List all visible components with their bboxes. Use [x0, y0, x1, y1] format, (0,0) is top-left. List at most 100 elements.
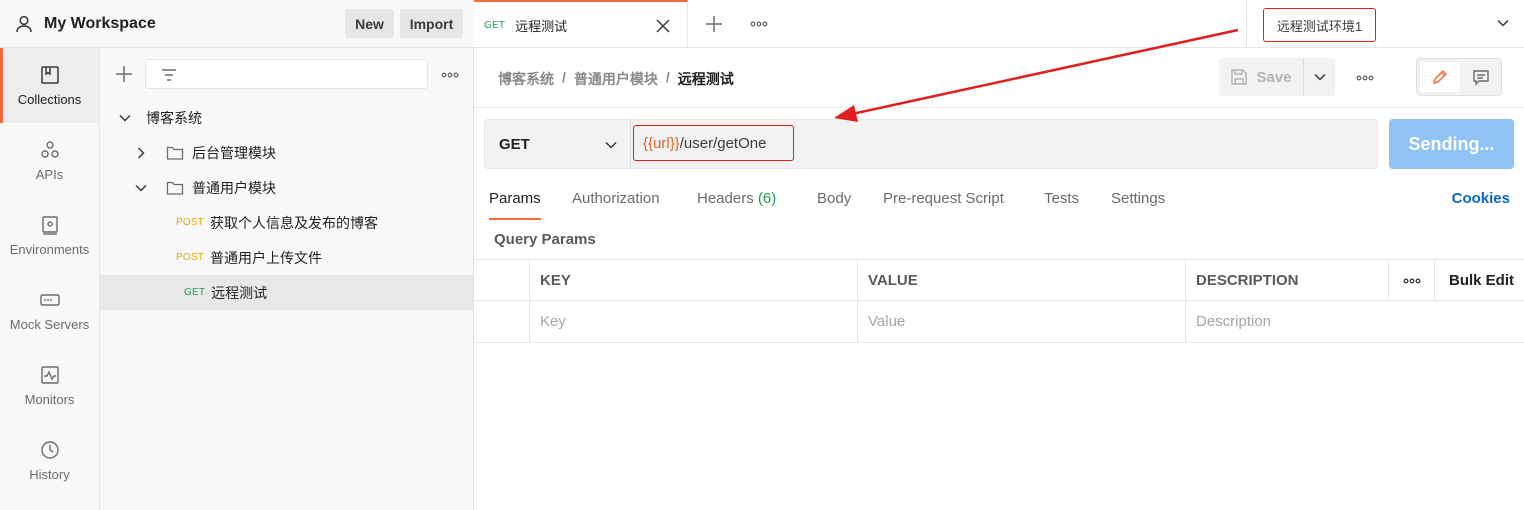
new-button[interactable]: New [345, 9, 394, 38]
rail-item-mock-servers[interactable]: Mock Servers [0, 273, 99, 348]
tab-tests[interactable]: Tests [1044, 190, 1079, 207]
breadcrumb-item[interactable]: 普通用户模块 [574, 69, 658, 89]
folder-icon [166, 146, 184, 160]
url-input[interactable]: {{url}}/user/getOne [633, 125, 794, 161]
bulk-edit-button[interactable]: Bulk Edit [1434, 260, 1524, 301]
filter-icon [162, 69, 176, 81]
environments-icon [41, 216, 58, 235]
request-header: 博客系统 / 普通用户模块 / 远程测试 Save [474, 48, 1524, 108]
mock-servers-icon [39, 294, 60, 306]
query-params-table: KEY VALUE DESCRIPTION Bulk Edit Key Valu… [474, 259, 1524, 343]
tab-params[interactable]: Params [489, 190, 541, 220]
rail-item-monitors[interactable]: Monitors [0, 348, 99, 423]
monitors-icon [40, 366, 59, 384]
pencil-icon [1432, 69, 1448, 85]
collections-toolbar [100, 48, 473, 100]
import-button[interactable]: Import [400, 9, 463, 38]
workspace-title[interactable]: My Workspace [44, 15, 156, 33]
tabs-bar: GET 远程测试 远程测试环境1 [474, 0, 1524, 48]
environment-name: 远程测试环境1 [1263, 8, 1376, 42]
folder-name: 普通用户模块 [192, 179, 276, 196]
folder-item[interactable]: 后台管理模块 [100, 135, 473, 170]
chevron-down-icon[interactable] [134, 181, 148, 195]
rail-item-label: APIs [35, 167, 64, 182]
chevron-down-icon[interactable] [1496, 16, 1510, 30]
request-name: 远程测试 [211, 284, 268, 301]
request-tabs: Params Authorization Headers (6) Body Pr… [474, 180, 1524, 220]
tab-headers[interactable]: Headers (6) [697, 190, 776, 207]
chevron-down-icon[interactable] [118, 111, 132, 125]
collection-name: 博客系统 [146, 109, 202, 126]
cookies-link[interactable]: Cookies [1452, 190, 1510, 207]
tab-body[interactable]: Body [817, 190, 851, 207]
rail-item-apis[interactable]: APIs [0, 123, 99, 198]
save-button-group: Save [1219, 58, 1335, 96]
breadcrumb-separator: / [665, 69, 670, 85]
more-options-icon[interactable] [1354, 68, 1376, 88]
request-name: 获取个人信息及发布的博客 [210, 214, 379, 231]
method-badge: POST [176, 252, 205, 263]
folder-name: 后台管理模块 [192, 144, 276, 161]
method-value: GET [499, 135, 530, 153]
key-input[interactable]: Key [529, 301, 858, 342]
value-input[interactable]: Value [857, 301, 1186, 342]
chevron-right-icon[interactable] [134, 146, 148, 160]
rail-item-label: Collections [17, 92, 82, 107]
save-options-button[interactable] [1303, 58, 1335, 96]
tab-settings[interactable]: Settings [1111, 190, 1165, 207]
request-bar: GET {{url}}/user/getOne [484, 119, 1378, 169]
method-select[interactable]: GET [485, 120, 631, 168]
request-item-selected[interactable]: GET 远程测试 [100, 275, 473, 310]
more-options-icon [1403, 278, 1421, 283]
headers-count: (6) [757, 190, 777, 207]
view-mode-toggle [1416, 58, 1502, 96]
collections-icon [40, 66, 59, 84]
plus-icon[interactable] [114, 64, 134, 84]
edit-mode-button[interactable] [1420, 62, 1460, 92]
url-path: /user/getOne [679, 134, 767, 152]
method-badge: POST [176, 217, 205, 228]
more-options-icon[interactable] [748, 14, 770, 34]
send-button[interactable]: Sending... [1389, 119, 1514, 169]
request-item[interactable]: POST 普通用户上传文件 [100, 240, 473, 275]
description-input[interactable]: Description [1185, 301, 1524, 342]
close-icon[interactable] [655, 18, 671, 34]
folder-item[interactable]: 普通用户模块 [100, 170, 473, 205]
method-badge: GET [184, 287, 206, 298]
table-row: Key Value Description [474, 301, 1524, 343]
workspace-header: My Workspace New Import [0, 0, 474, 48]
save-button[interactable]: Save [1219, 58, 1303, 96]
save-icon [1231, 69, 1248, 85]
breadcrumb-item[interactable]: 博客系统 [498, 69, 554, 89]
rail-item-environments[interactable]: Environments [0, 198, 99, 273]
query-params-title: Query Params [494, 231, 596, 248]
breadcrumb-current[interactable]: 远程测试 [678, 69, 734, 89]
chevron-down-icon [1313, 73, 1326, 81]
url-variable: {{url}} [643, 134, 680, 152]
rail-item-history[interactable]: History [0, 423, 99, 498]
collection-item[interactable]: 博客系统 [100, 100, 473, 135]
rail-item-label: History [29, 467, 70, 482]
rail-item-collections[interactable]: Collections [0, 48, 99, 123]
filter-input[interactable] [145, 59, 428, 89]
request-tab[interactable]: GET 远程测试 [474, 0, 688, 48]
history-icon [40, 441, 59, 459]
breadcrumb-separator: / [562, 69, 566, 85]
collections-panel: 博客系统 后台管理模块 普通用户模块 POST 获取个人信息及发布的博客 POS… [100, 48, 474, 510]
column-options-button[interactable] [1388, 260, 1435, 301]
tab-authorization[interactable]: Authorization [572, 190, 660, 207]
more-options-icon[interactable] [440, 65, 460, 85]
comments-button[interactable] [1463, 62, 1499, 92]
plus-icon[interactable] [704, 14, 724, 34]
column-header-value: VALUE [857, 260, 1186, 301]
tab-headers-label: Headers [697, 190, 754, 207]
apis-icon [40, 141, 59, 158]
user-icon [16, 15, 32, 32]
tab-title: 远程测试 [515, 18, 568, 34]
column-header-key: KEY [529, 260, 858, 301]
sidebar-rail: Collections APIs Environments Mock Serve… [0, 48, 100, 510]
request-item[interactable]: POST 获取个人信息及发布的博客 [100, 205, 473, 240]
environment-selector[interactable]: 远程测试环境1 [1246, 0, 1524, 48]
tab-pre-request-script[interactable]: Pre-request Script [883, 190, 1004, 207]
chevron-down-icon [605, 141, 617, 149]
